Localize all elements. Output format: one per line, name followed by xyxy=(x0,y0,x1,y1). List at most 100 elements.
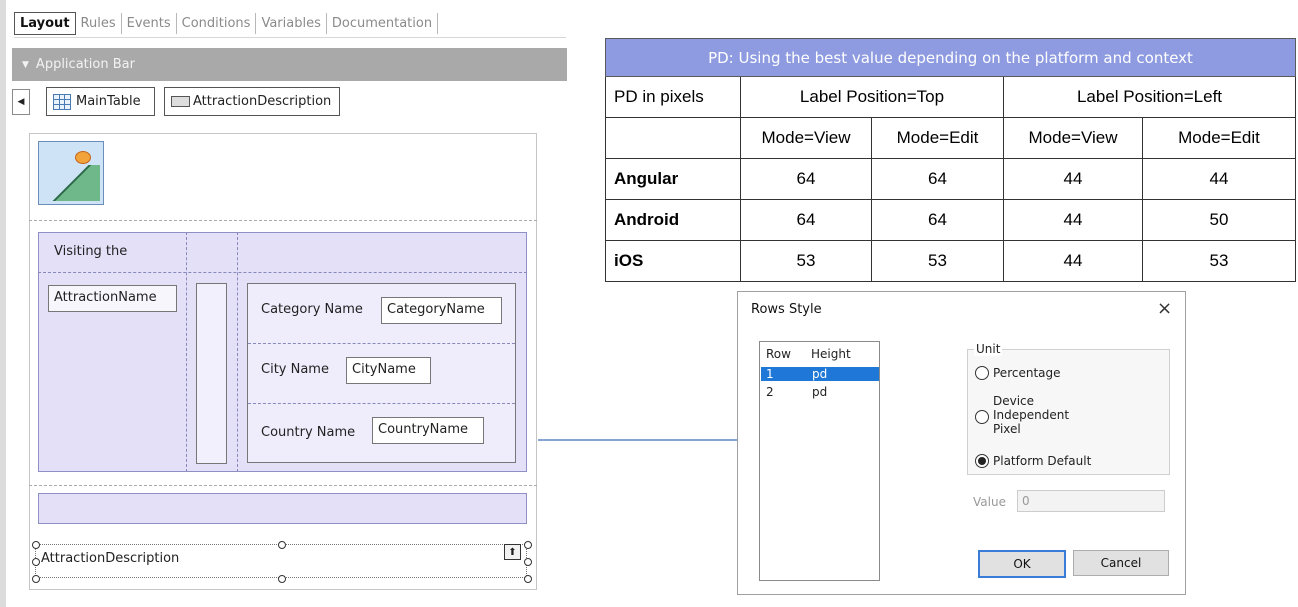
left-panel-border xyxy=(0,0,6,607)
radio-device-independent-pixel[interactable] xyxy=(975,410,989,424)
resize-handle[interactable] xyxy=(524,541,532,549)
expand-caret-icon[interactable]: ▼ xyxy=(22,60,29,70)
tab-rules[interactable]: Rules xyxy=(76,12,122,34)
pd-subheader-cell xyxy=(605,117,741,159)
pd-value-cell: 53 xyxy=(871,240,1004,282)
tab-documentation[interactable]: Documentation xyxy=(327,12,439,34)
radio-platform-default[interactable] xyxy=(975,454,989,468)
column-divider xyxy=(237,232,238,472)
unit-group-label: Unit xyxy=(974,342,1003,356)
pd-header-cell: Label Position=Left xyxy=(1003,76,1296,118)
pd-value-cell: 44 xyxy=(1003,158,1143,200)
connector-arrow xyxy=(538,436,746,444)
country-name-label: Country Name xyxy=(261,425,356,440)
application-bar-label: Application Bar xyxy=(35,57,135,72)
list-item-height: pd xyxy=(812,385,828,399)
pd-value-cell: 50 xyxy=(1142,199,1296,241)
list-header-row: Row xyxy=(766,347,791,361)
move-up-icon[interactable]: ⬆ xyxy=(504,544,521,560)
resize-handle[interactable] xyxy=(524,575,532,583)
row-divider xyxy=(29,220,537,221)
ok-button[interactable]: OK xyxy=(978,550,1066,578)
mountain-shape xyxy=(42,165,100,201)
attraction-description-control[interactable]: AttractionDescription xyxy=(35,544,527,578)
visiting-label: Visiting the xyxy=(54,244,128,259)
table-row: iOS 53 53 44 53 xyxy=(605,240,1296,282)
list-item-height: pd xyxy=(812,367,828,381)
city-name-label: City Name xyxy=(261,362,329,377)
tab-conditions[interactable]: Conditions xyxy=(177,12,257,34)
attribute-control-icon xyxy=(171,96,190,107)
city-name-field[interactable]: CityName xyxy=(346,357,431,384)
pd-subheader-cell: Mode=View xyxy=(1003,117,1143,159)
list-item[interactable]: 2 pd xyxy=(761,385,879,399)
platform-name-cell: Android xyxy=(605,199,741,241)
pd-value-cell: 64 xyxy=(871,158,1004,200)
breadcrumb-back-button[interactable]: ◀ xyxy=(12,89,30,115)
breadcrumb-control[interactable]: AttractionDescription xyxy=(164,87,340,116)
pd-value-cell: 44 xyxy=(1003,240,1143,282)
tab-divider xyxy=(14,37,566,38)
list-item-row: 2 xyxy=(766,385,774,399)
value-input[interactable]: 0 xyxy=(1017,490,1165,512)
row-divider xyxy=(29,485,537,486)
pd-header-cell: PD in pixels xyxy=(605,76,741,118)
tab-variables[interactable]: Variables xyxy=(256,12,327,34)
resize-handle[interactable] xyxy=(524,558,532,566)
group-row-divider xyxy=(248,343,515,344)
pd-header-cell: Label Position=Top xyxy=(740,76,1004,118)
image-placeholder-icon[interactable] xyxy=(38,141,104,205)
empty-cell[interactable] xyxy=(196,283,227,464)
radio-percentage[interactable] xyxy=(975,366,989,380)
tab-layout[interactable]: Layout xyxy=(14,11,76,35)
cancel-button[interactable]: Cancel xyxy=(1073,550,1169,576)
country-name-field[interactable]: CountryName xyxy=(372,417,484,444)
resize-handle[interactable] xyxy=(32,541,40,549)
pd-subheader-cell: Mode=Edit xyxy=(871,117,1004,159)
pd-reference-table: PD: Using the best value depending on th… xyxy=(605,38,1297,282)
rows-list[interactable]: Row Height 1 pd 2 pd xyxy=(759,341,880,581)
resize-handle[interactable] xyxy=(32,575,40,583)
pd-subheader-cell: Mode=Edit xyxy=(1142,117,1296,159)
category-name-label: Category Name xyxy=(261,302,363,317)
breadcrumb-maintable-label: MainTable xyxy=(76,94,141,109)
resize-handle[interactable] xyxy=(278,541,286,549)
editor-tabs: Layout Rules Events Conditions Variables… xyxy=(14,10,439,36)
tab-events[interactable]: Events xyxy=(122,12,177,34)
sun-shape xyxy=(75,151,91,164)
platform-name-cell: iOS xyxy=(605,240,741,282)
pd-value-cell: 53 xyxy=(740,240,872,282)
radio-percentage-label: Percentage xyxy=(993,366,1061,380)
platform-name-cell: Angular xyxy=(605,158,741,200)
breadcrumb-control-label: AttractionDescription xyxy=(193,94,332,109)
resize-handle[interactable] xyxy=(32,558,40,566)
category-name-field[interactable]: CategoryName xyxy=(381,297,502,324)
column-divider xyxy=(186,232,187,472)
row-divider xyxy=(38,272,527,273)
pd-subheader-cell: Mode=View xyxy=(740,117,872,159)
radio-platform-default-label: Platform Default xyxy=(993,454,1092,468)
pd-value-cell: 44 xyxy=(1003,199,1143,241)
radio-dip-label: Device Independent Pixel xyxy=(993,394,1070,436)
group-row-divider xyxy=(248,403,515,404)
list-header-height: Height xyxy=(811,347,851,361)
list-item-row: 1 xyxy=(766,367,774,381)
dialog-title: Rows Style xyxy=(751,302,822,317)
list-item[interactable]: 1 pd xyxy=(761,367,879,381)
value-label: Value xyxy=(973,495,1006,509)
application-bar-section[interactable]: ▼ Application Bar xyxy=(12,48,567,81)
table-grid-icon xyxy=(53,93,71,110)
pd-value-cell: 44 xyxy=(1142,158,1296,200)
table-row: Android 64 64 44 50 xyxy=(605,199,1296,241)
pd-value-cell: 64 xyxy=(740,199,872,241)
table-row: Angular 64 64 44 44 xyxy=(605,158,1296,200)
close-icon[interactable]: × xyxy=(1157,298,1172,319)
resize-handle[interactable] xyxy=(278,575,286,583)
bottom-table-row[interactable] xyxy=(38,493,527,524)
pd-value-cell: 64 xyxy=(740,158,872,200)
pd-value-cell: 53 xyxy=(1142,240,1296,282)
pd-value-cell: 64 xyxy=(871,199,1004,241)
attraction-name-field[interactable]: AttractionName xyxy=(48,285,177,312)
breadcrumb-maintable[interactable]: MainTable xyxy=(46,87,155,116)
pd-table-title: PD: Using the best value depending on th… xyxy=(605,38,1296,77)
